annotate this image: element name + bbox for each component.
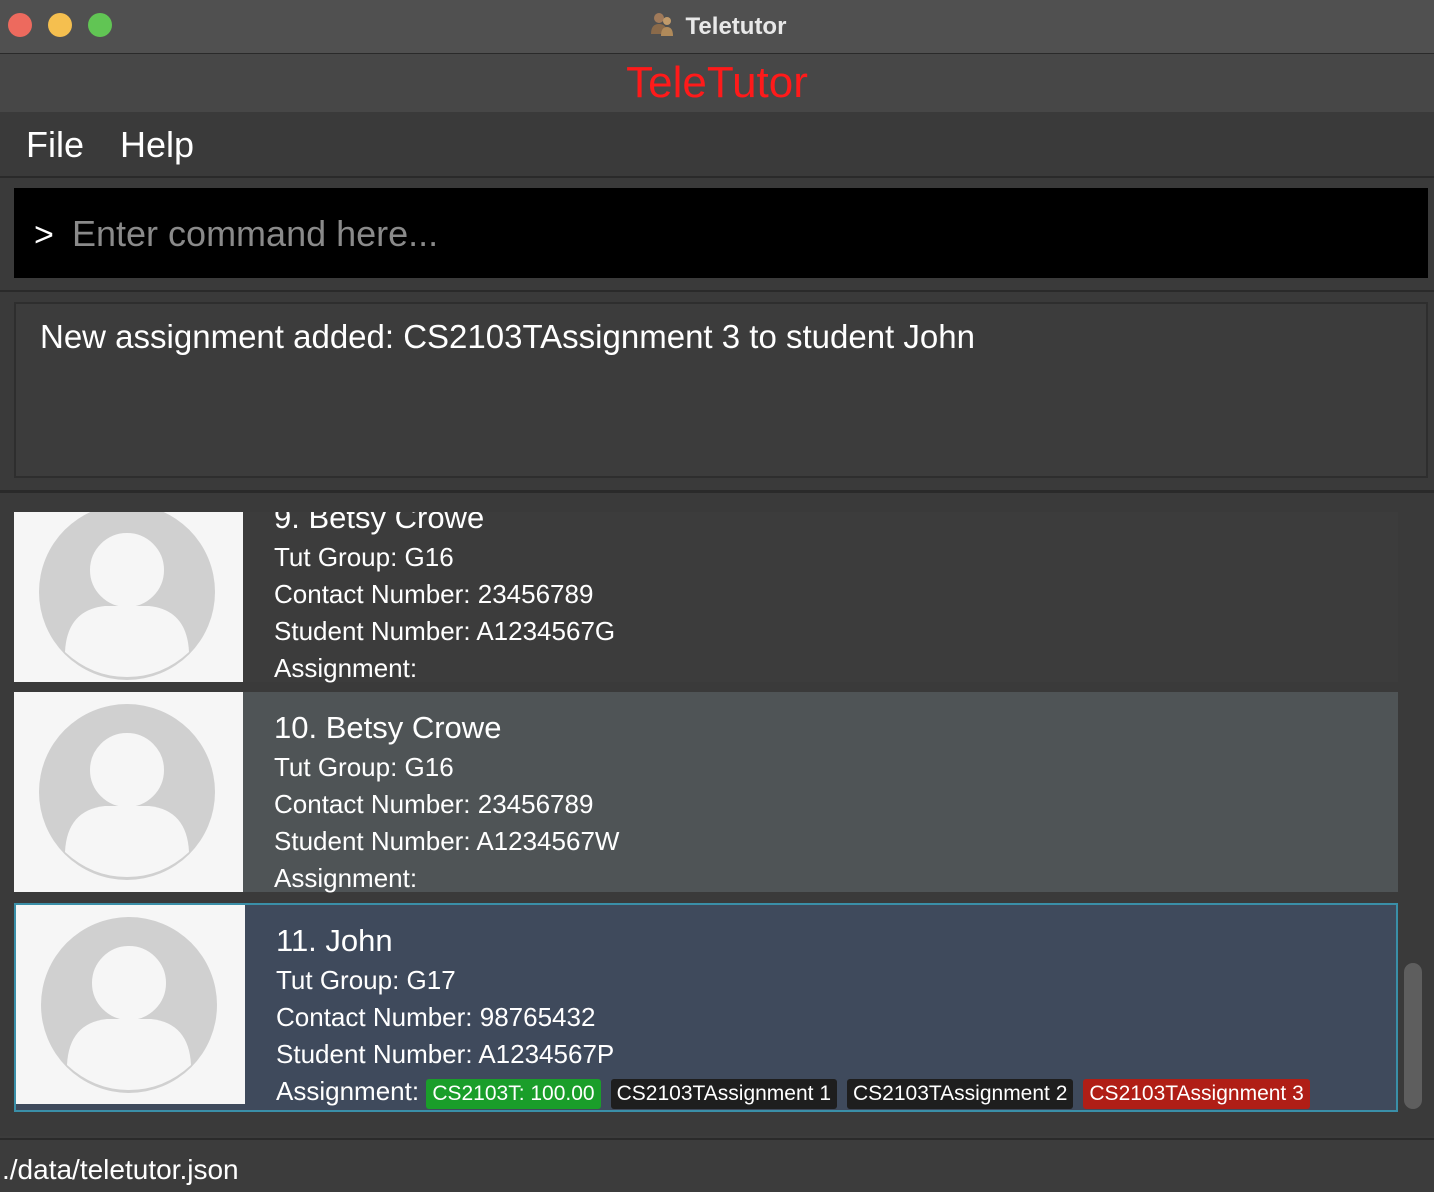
student-contact: Contact Number: 98765432 — [276, 1002, 596, 1032]
student-list[interactable]: 9. Betsy Crowe Tut Group: G16 Contact Nu… — [14, 512, 1398, 1112]
menu-help[interactable]: Help — [120, 124, 194, 166]
save-file-path: ./data/teletutor.json — [2, 1154, 239, 1185]
app-name: TeleTutor — [626, 58, 808, 107]
avatar — [14, 692, 243, 892]
result-panel: New assignment added: CS2103TAssignment … — [0, 292, 1434, 493]
student-contact: Contact Number: 23456789 — [274, 789, 594, 819]
menu-file[interactable]: File — [26, 124, 84, 166]
window-title: Teletutor — [0, 10, 1434, 41]
user-placeholder-icon — [39, 704, 215, 880]
command-box: > — [14, 188, 1428, 278]
assignment-tag: CS2103TAssignment 1 — [610, 1079, 837, 1110]
command-input[interactable] — [70, 208, 1404, 260]
student-card-selected[interactable]: 11. John Tut Group: G17 Contact Number: … — [14, 903, 1398, 1112]
student-assignment-label: Assignment: — [274, 863, 418, 893]
student-card[interactable]: 9. Betsy Crowe Tut Group: G16 Contact Nu… — [14, 512, 1398, 684]
status-bar: ./data/teletutor.json — [0, 1138, 1434, 1192]
assignment-tag-grade: CS2103T: 100.00 — [426, 1079, 601, 1110]
student-number: Student Number: A1234567G — [274, 616, 616, 646]
list-scrollbar[interactable] — [1404, 963, 1422, 1109]
student-number: Student Number: A1234567W — [274, 826, 620, 856]
student-assignment-label: Assignment: — [274, 653, 418, 683]
student-tut-group: Tut Group: G16 — [274, 752, 454, 782]
assignment-tags: CS2103T: 100.00 CS2103TAssignment 1 CS2103… — [426, 1077, 1319, 1110]
student-assignment-label: Assignment: — [276, 1076, 420, 1106]
student-info: 11. John Tut Group: G17 Contact Number: … — [276, 923, 1320, 1110]
user-placeholder-icon — [39, 512, 215, 680]
student-name: 9. Betsy Crowe — [274, 512, 485, 535]
window-title-text: Teletutor — [685, 13, 787, 40]
app-header: TeleTutor — [0, 54, 1434, 112]
assignment-tag-new: CS2103TAssignment 3 — [1083, 1079, 1310, 1110]
student-tut-group: Tut Group: G17 — [276, 965, 456, 995]
student-info: 10. Betsy Crowe Tut Group: G16 Contact N… — [274, 710, 619, 894]
menu-bar: File Help — [0, 112, 1434, 178]
result-message: New assignment added: CS2103TAssignment … — [40, 318, 975, 355]
student-info: 9. Betsy Crowe Tut Group: G16 Contact Nu… — [274, 512, 615, 684]
student-list-panel: 9. Betsy Crowe Tut Group: G16 Contact Nu… — [0, 493, 1434, 1136]
student-tut-group: Tut Group: G16 — [274, 542, 454, 572]
title-bar: Teletutor — [0, 0, 1434, 54]
student-name: 11. John — [276, 923, 393, 958]
student-name: 10. Betsy Crowe — [274, 710, 502, 745]
student-contact: Contact Number: 23456789 — [274, 579, 594, 609]
student-assignments-row: Assignment: CS2103T: 100.00 CS2103TAssign… — [276, 1076, 1320, 1110]
avatar — [14, 512, 243, 682]
student-card[interactable]: 10. Betsy Crowe Tut Group: G16 Contact N… — [14, 692, 1398, 894]
users-icon — [648, 10, 676, 38]
command-panel: > — [0, 178, 1434, 292]
avatar — [16, 905, 245, 1104]
assignment-tag: CS2103TAssignment 2 — [847, 1079, 1074, 1110]
student-number: Student Number: A1234567P — [276, 1039, 615, 1069]
user-placeholder-icon — [41, 917, 217, 1093]
command-prompt: > — [34, 216, 54, 254]
result-display[interactable]: New assignment added: CS2103TAssignment … — [14, 302, 1428, 478]
